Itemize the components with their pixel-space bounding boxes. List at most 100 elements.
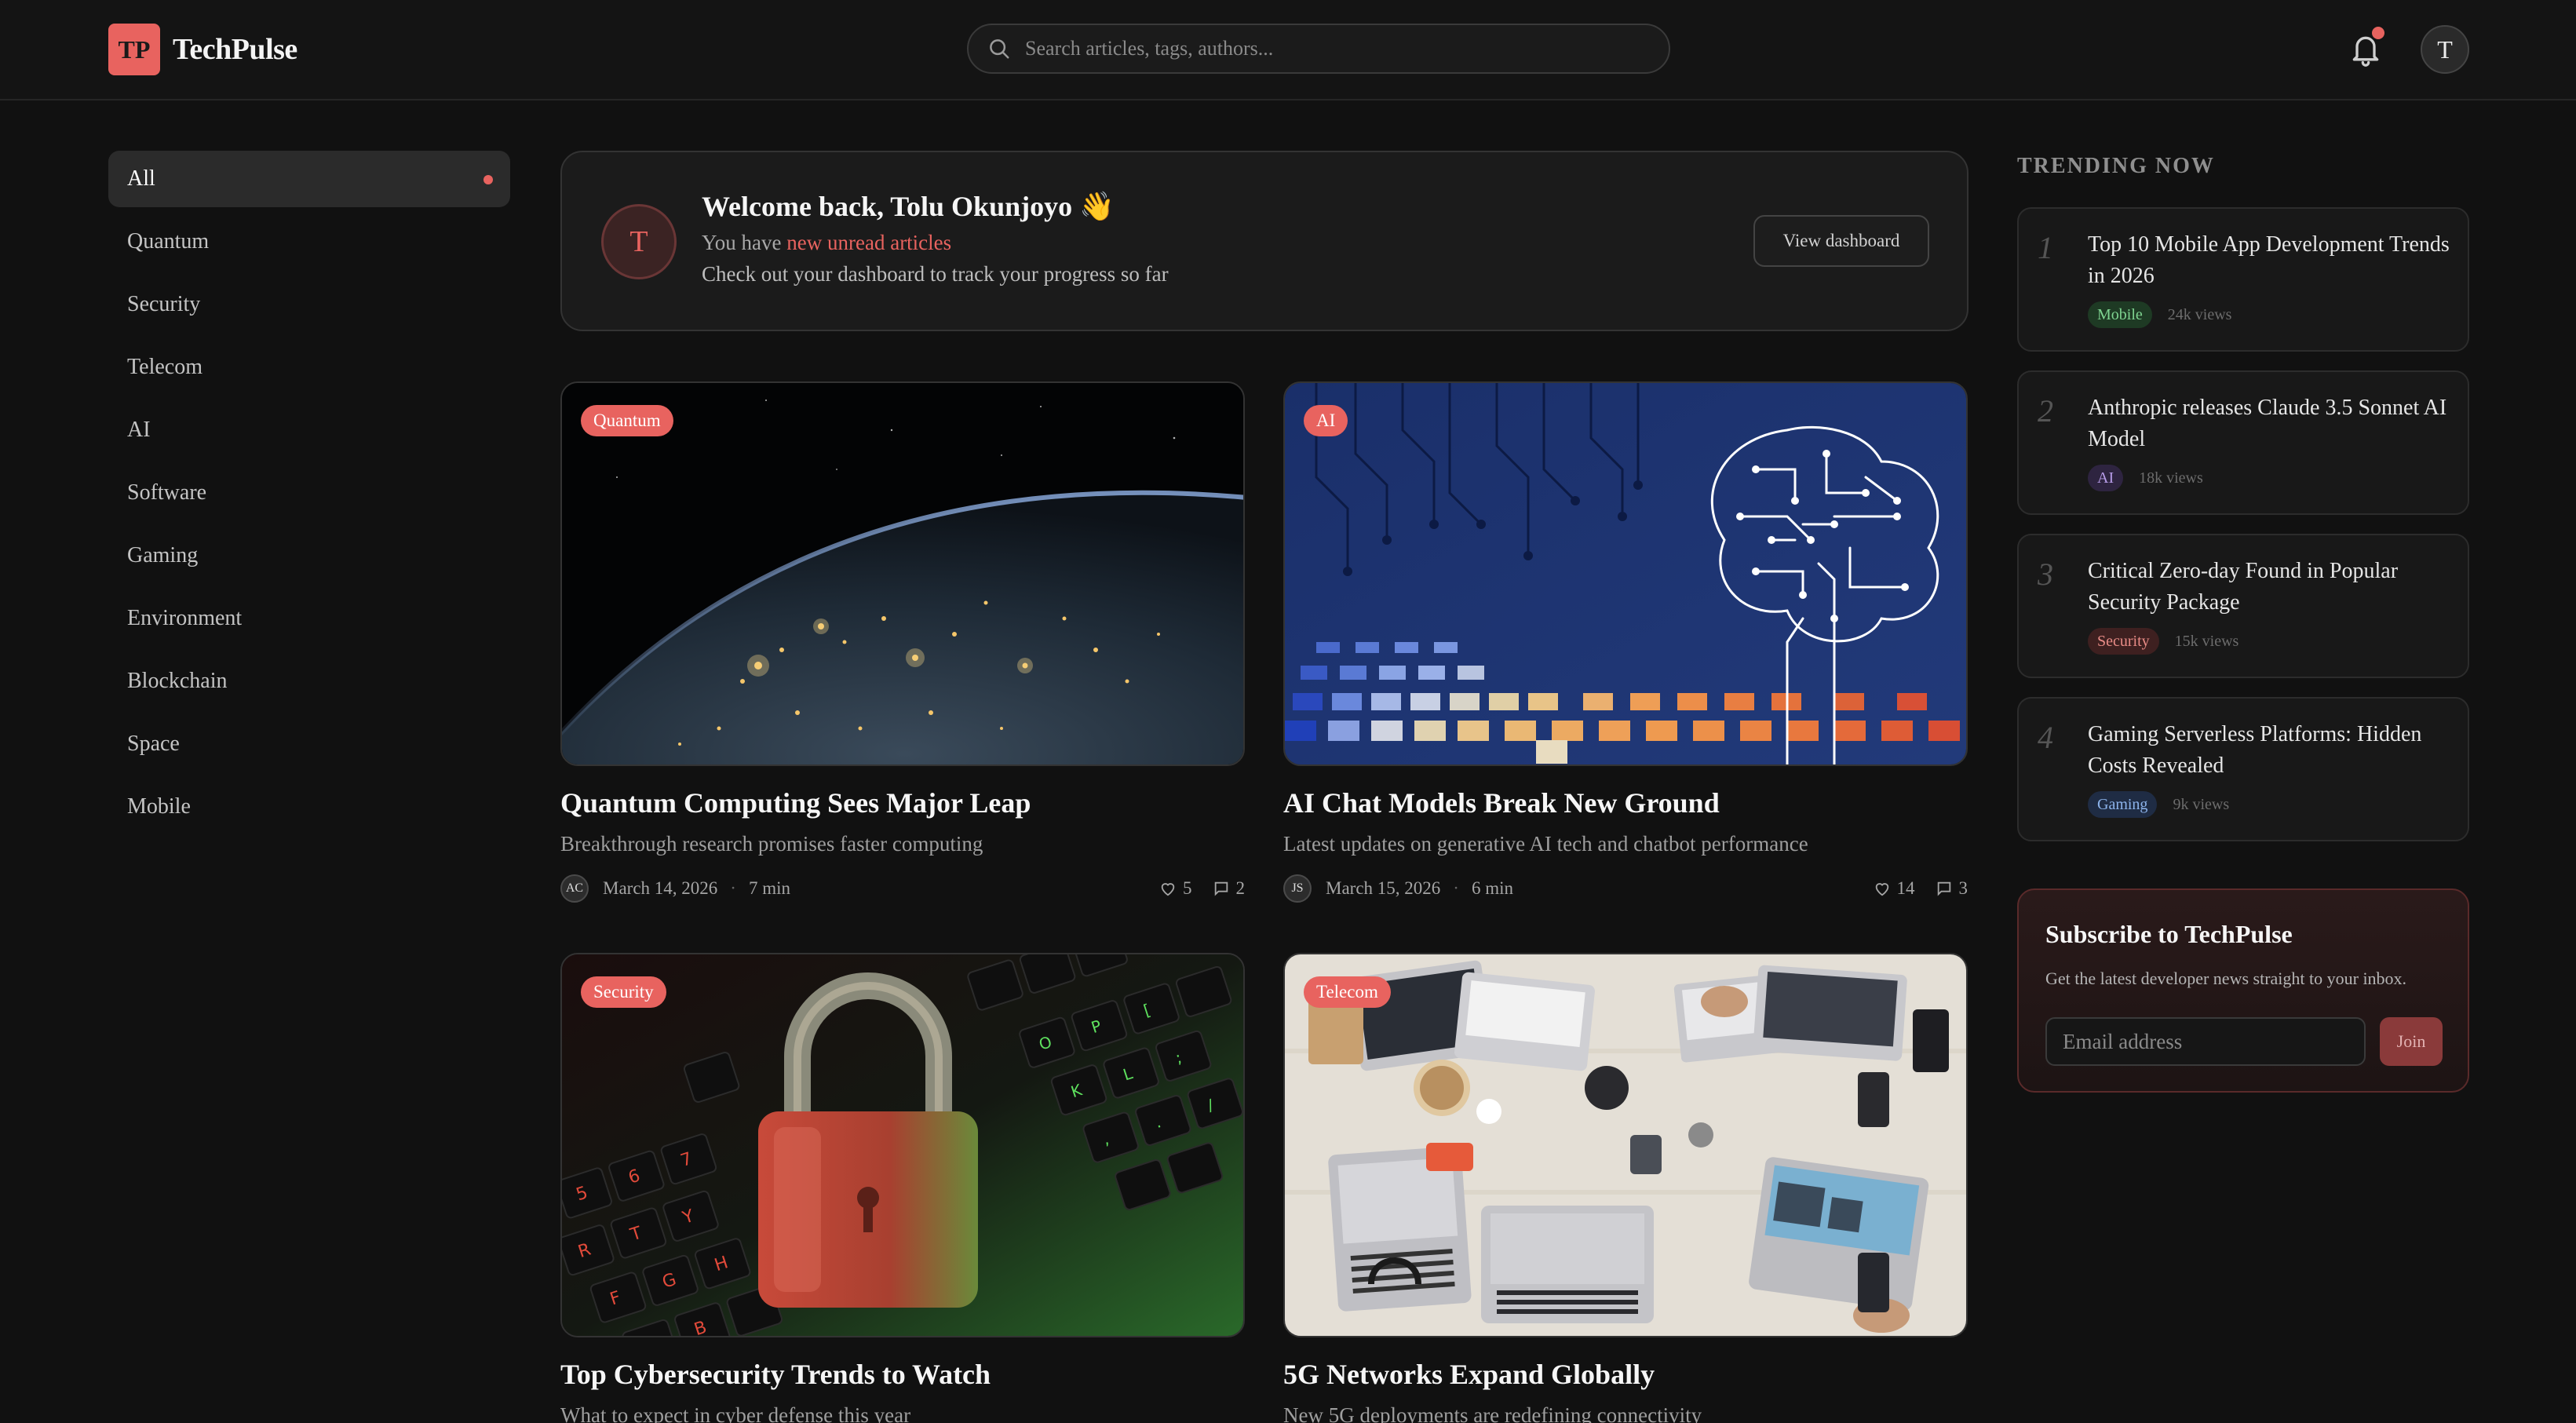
- sidebar-item-software[interactable]: Software: [108, 465, 510, 521]
- trending-item[interactable]: 3 Critical Zero-day Found in Popular Sec…: [2017, 534, 2469, 678]
- notifications-button[interactable]: [2348, 27, 2386, 71]
- sidebar-item-label: Mobile: [127, 794, 191, 819]
- trending-title[interactable]: Anthropic releases Claude 3.5 Sonnet AI …: [2088, 392, 2457, 455]
- article-date: March 14, 2026: [603, 878, 718, 898]
- trending-tag[interactable]: Mobile: [2088, 301, 2152, 328]
- search-input[interactable]: [1025, 37, 1653, 60]
- trending-item[interactable]: 4 Gaming Serverless Platforms: Hidden Co…: [2017, 697, 2469, 841]
- article-title[interactable]: Quantum Computing Sees Major Leap: [560, 786, 1245, 819]
- logo-mark: TP: [108, 24, 160, 75]
- sidebar-item-telecom[interactable]: Telecom: [108, 339, 510, 396]
- sidebar-item-space[interactable]: Space: [108, 716, 510, 772]
- trending-views: 24k views: [2167, 305, 2232, 323]
- article-description: Breakthrough research promises faster co…: [560, 832, 983, 856]
- article-image-circuit-brain[interactable]: AI: [1283, 381, 1968, 766]
- trending-heading: TRENDING NOW: [2017, 154, 2215, 178]
- category-sidebar: All Quantum Security Telecom AI Software…: [108, 151, 510, 841]
- user-avatar[interactable]: T: [2421, 25, 2469, 74]
- heart-icon[interactable]: [1159, 880, 1177, 897]
- article-date: March 15, 2026: [1326, 878, 1441, 898]
- sidebar-item-environment[interactable]: Environment: [108, 590, 510, 647]
- sidebar-item-all[interactable]: All: [108, 151, 510, 207]
- trending-title[interactable]: Critical Zero-day Found in Popular Secur…: [2088, 556, 2457, 618]
- welcome-banner: T Welcome back, Tolu Okunjoyo 👋 You have…: [560, 151, 1968, 331]
- sidebar-item-blockchain[interactable]: Blockchain: [108, 653, 510, 710]
- trending-rank: 3: [2038, 556, 2053, 592]
- comment-icon[interactable]: [1213, 880, 1230, 897]
- like-count: 5: [1183, 878, 1192, 898]
- top-bar: TP TechPulse T: [0, 0, 2576, 100]
- category-tag[interactable]: Security: [581, 976, 666, 1008]
- category-tag[interactable]: AI: [1304, 405, 1348, 436]
- article-title[interactable]: Top Cybersecurity Trends to Watch: [560, 1358, 1245, 1391]
- brand-logo[interactable]: TP TechPulse: [108, 24, 297, 75]
- trending-views: 18k views: [2139, 469, 2203, 487]
- sidebar-item-label: Gaming: [127, 543, 199, 567]
- sidebar-item-security[interactable]: Security: [108, 276, 510, 333]
- sidebar-item-mobile[interactable]: Mobile: [108, 779, 510, 835]
- trending-tag[interactable]: AI: [2088, 465, 2124, 491]
- active-indicator-dot: [483, 175, 493, 184]
- welcome-unread-line: You have new unread articles: [702, 231, 951, 255]
- sidebar-item-label: All: [127, 166, 155, 191]
- trending-rank: 4: [2038, 720, 2053, 755]
- trending-meta: Security 15k views: [2088, 628, 2238, 655]
- unread-prefix: You have: [702, 231, 787, 254]
- search-icon: [990, 39, 1009, 59]
- trending-title[interactable]: Top 10 Mobile App Development Trends in …: [2088, 229, 2457, 292]
- welcome-title: Welcome back, Tolu Okunjoyo 👋: [702, 191, 1115, 222]
- unread-articles-link[interactable]: new unread articles: [786, 231, 951, 254]
- subscribe-description: Get the latest developer news straight t…: [2045, 969, 2407, 988]
- sidebar-item-gaming[interactable]: Gaming: [108, 527, 510, 584]
- article-card[interactable]: 567 RTY FGH VB OP[ KL; ,./ Security Top …: [560, 953, 1245, 1423]
- author-avatar[interactable]: AC: [560, 874, 589, 903]
- article-card[interactable]: Quantum Quantum Computing Sees Major Lea…: [560, 381, 1245, 903]
- sidebar-item-quantum[interactable]: Quantum: [108, 213, 510, 270]
- read-time: 6 min: [1471, 878, 1513, 898]
- article-image-padlock-keyboard[interactable]: 567 RTY FGH VB OP[ KL; ,./ Security: [560, 953, 1245, 1337]
- article-description: Latest updates on generative AI tech and…: [1283, 832, 1808, 856]
- trending-meta: Gaming 9k views: [2088, 791, 2229, 818]
- category-tag[interactable]: Telecom: [1304, 976, 1391, 1008]
- trending-rank: 1: [2038, 230, 2053, 265]
- like-count: 14: [1896, 878, 1915, 898]
- sidebar-item-label: Software: [127, 480, 207, 505]
- heart-icon[interactable]: [1874, 880, 1891, 897]
- sidebar-item-label: AI: [127, 418, 151, 442]
- article-title[interactable]: AI Chat Models Break New Ground: [1283, 786, 1968, 819]
- sidebar-item-label: Quantum: [127, 229, 210, 254]
- category-tag[interactable]: Quantum: [581, 405, 673, 436]
- comment-count: 3: [1958, 878, 1968, 898]
- trending-title[interactable]: Gaming Serverless Platforms: Hidden Cost…: [2088, 719, 2457, 782]
- sidebar-item-label: Telecom: [127, 355, 203, 379]
- meta-separator: ·: [1453, 878, 1459, 898]
- email-field[interactable]: [2045, 1017, 2366, 1066]
- trending-item[interactable]: 2 Anthropic releases Claude 3.5 Sonnet A…: [2017, 370, 2469, 515]
- trending-meta: AI 18k views: [2088, 465, 2203, 491]
- comment-count: 2: [1235, 878, 1246, 898]
- sidebar-item-label: Space: [127, 732, 180, 756]
- trending-tag[interactable]: Security: [2088, 628, 2159, 655]
- trending-item[interactable]: 1 Top 10 Mobile App Development Trends i…: [2017, 207, 2469, 352]
- article-stats: 5 2: [1159, 878, 1245, 899]
- author-avatar[interactable]: JS: [1283, 874, 1312, 903]
- trending-meta: Mobile 24k views: [2088, 301, 2231, 328]
- search-bar[interactable]: [967, 24, 1670, 74]
- comment-icon[interactable]: [1936, 880, 1953, 897]
- notification-dot: [2372, 27, 2384, 39]
- article-title[interactable]: 5G Networks Expand Globally: [1283, 1358, 1968, 1391]
- article-card[interactable]: AI AI Chat Models Break New Ground Lates…: [1283, 381, 1968, 903]
- view-dashboard-button[interactable]: View dashboard: [1753, 215, 1929, 267]
- sidebar-item-label: Environment: [127, 606, 243, 630]
- welcome-avatar: T: [601, 204, 677, 279]
- meta-separator: ·: [730, 878, 736, 898]
- brand-name: TechPulse: [173, 33, 297, 66]
- article-card[interactable]: Telecom 5G Networks Expand Globally New …: [1283, 953, 1968, 1423]
- article-image-team-desk[interactable]: Telecom: [1283, 953, 1968, 1337]
- join-button[interactable]: Join: [2380, 1017, 2443, 1066]
- trending-views: 15k views: [2174, 632, 2239, 650]
- trending-tag[interactable]: Gaming: [2088, 791, 2158, 818]
- sidebar-item-ai[interactable]: AI: [108, 402, 510, 458]
- article-stats: 14 3: [1874, 878, 1968, 899]
- article-image-earth-night[interactable]: Quantum: [560, 381, 1245, 766]
